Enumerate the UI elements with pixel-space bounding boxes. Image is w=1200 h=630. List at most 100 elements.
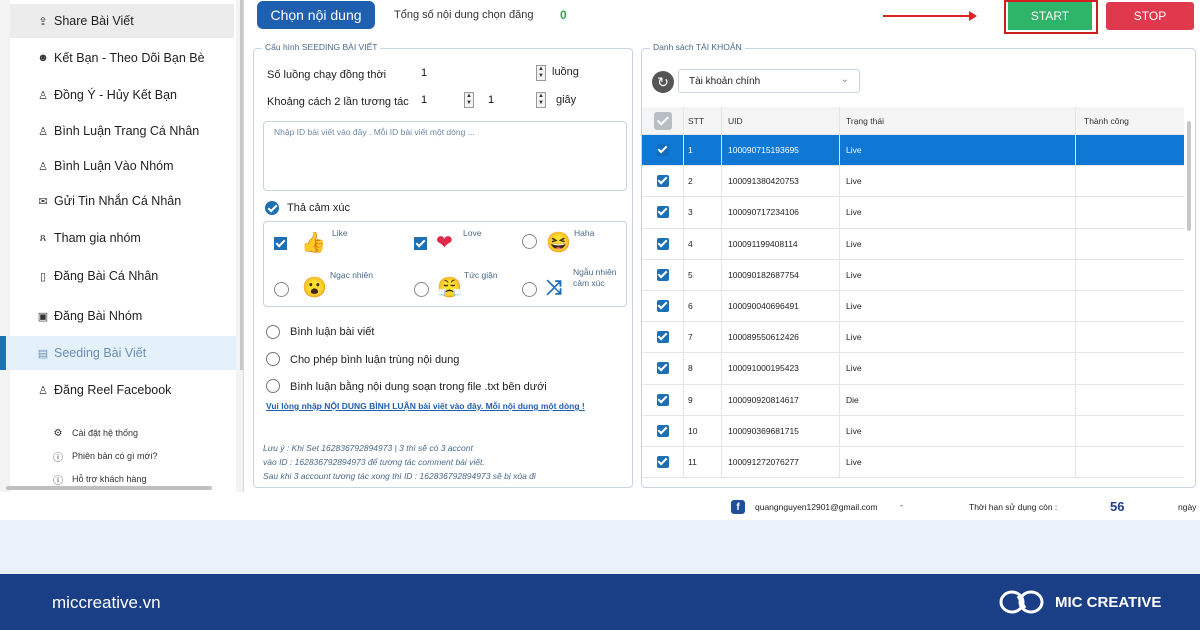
days-remaining-value: 56 — [1110, 499, 1125, 514]
choose-content-button[interactable]: Chọn nội dung — [257, 1, 375, 29]
row-uid: 100090920814617 — [722, 384, 840, 415]
like-checkbox[interactable] — [274, 237, 287, 250]
table-row[interactable]: 7 100089550612426 Live — [642, 322, 1184, 354]
select-all-checkbox[interactable] — [653, 111, 672, 130]
allow-duplicate-label: Cho phép bình luận trùng nội dung — [290, 354, 460, 366]
account-table-scrollbar[interactable] — [1187, 121, 1191, 231]
love-checkbox[interactable] — [414, 237, 427, 250]
sidebar-sub-label: Phiên bản có gì mới? — [72, 451, 158, 461]
comment-checkbox[interactable] — [266, 325, 280, 339]
interval-min-spinner[interactable]: ▲ ▼ — [464, 92, 474, 108]
sidebar-item-post-profile[interactable]: ▯ Đăng Bài Cá Nhân — [10, 259, 234, 293]
user-check-icon: ♙ — [38, 89, 48, 102]
facebook-icon: f — [731, 500, 745, 514]
haha-radio[interactable] — [522, 234, 537, 249]
row-success — [1076, 322, 1184, 352]
interval-min-input[interactable]: 1 — [421, 94, 427, 106]
interval-unit: giây — [556, 94, 577, 106]
sidebar-item-join-group[interactable]: ጸ Tham gia nhóm — [10, 221, 234, 255]
table-row[interactable]: 8 100091000195423 Live — [642, 353, 1184, 385]
interval-max-input[interactable]: 1 — [488, 94, 494, 106]
row-stt: 11 — [684, 446, 722, 478]
row-checkbox[interactable] — [656, 331, 669, 344]
row-success — [1076, 260, 1184, 290]
sidebar-item-accept-friend[interactable]: ♙ Đồng Ý - Hủy Kết Bạn — [10, 78, 234, 112]
total-content-label: Tổng số nội dung chọn đăng — [394, 9, 534, 21]
allow-duplicate-checkbox[interactable] — [266, 352, 280, 366]
row-checkbox[interactable] — [656, 175, 669, 188]
react-label: Thả cảm xúc — [287, 202, 350, 214]
row-status: Live — [840, 290, 1076, 322]
start-button[interactable]: START — [1008, 2, 1092, 30]
react-checkbox[interactable] — [265, 201, 279, 215]
row-checkbox[interactable] — [656, 393, 669, 406]
sidebar-sub-support[interactable]: ⓘ Hỗ trợ khách hàng — [52, 473, 146, 487]
app-window: ⇪ Share Bài Viết ☻ Kết Bạn - Theo Dõi Bạ… — [0, 0, 1200, 520]
sidebar-item-comment-group[interactable]: ♙ Bình Luận Vào Nhóm — [10, 149, 234, 183]
row-checkbox[interactable] — [656, 424, 669, 437]
row-checkbox[interactable] — [656, 362, 669, 375]
sidebar-item-comment-profile[interactable]: ♙ Bình Luận Trang Cá Nhân — [10, 114, 234, 148]
days-remaining-label: Thời hạn sử dụng còn : — [969, 502, 1058, 512]
row-uid: 100090369681715 — [722, 415, 840, 446]
row-status: Live — [840, 228, 1076, 259]
table-row[interactable]: 3 100090717234106 Live — [642, 197, 1184, 229]
footer-url[interactable]: miccreative.vn — [52, 593, 161, 613]
table-row[interactable]: 1 100090715193695 Live — [642, 135, 1184, 167]
table-row[interactable]: 4 100091199408114 Live — [642, 228, 1184, 260]
file-comment-checkbox[interactable] — [266, 379, 280, 393]
comment-content-link[interactable]: Vui lòng nhập NỘI DUNG BÌNH LUẬN bài viế… — [266, 401, 585, 411]
sidebar-vertical-scrollbar[interactable] — [240, 0, 243, 370]
account-type-select[interactable]: Tài khoản chính ⌄ — [678, 69, 860, 93]
table-row[interactable]: 2 100091380420753 Live — [642, 166, 1184, 198]
row-stt: 10 — [684, 415, 722, 446]
row-checkbox[interactable] — [656, 300, 669, 313]
column-header-uid[interactable]: UID — [722, 107, 840, 134]
row-checkbox[interactable] — [656, 144, 669, 157]
table-row[interactable]: 11 100091272076277 Live — [642, 446, 1184, 479]
stop-button[interactable]: STOP — [1106, 2, 1194, 30]
table-row[interactable]: 5 100090182687754 Live — [642, 259, 1184, 291]
post-id-placeholder: Nhập ID bài viết vào đây . Mỗi ID bài vi… — [274, 127, 475, 137]
column-header-stt[interactable]: STT — [684, 107, 722, 134]
sidebar-sub-settings[interactable]: ⚙ Cài đặt hệ thống — [52, 427, 139, 439]
table-row[interactable]: 10 100090369681715 Live — [642, 415, 1184, 447]
sidebar-item-post-group[interactable]: ▣ Đăng Bài Nhóm — [10, 299, 234, 333]
sidebar-item-post-reel[interactable]: ♙ Đăng Reel Facebook — [10, 373, 234, 407]
row-checkbox[interactable] — [656, 268, 669, 281]
row-checkbox[interactable] — [656, 237, 669, 250]
post-id-textarea[interactable]: Nhập ID bài viết vào đây . Mỗi ID bài vi… — [263, 121, 627, 191]
sidebar-item-send-message[interactable]: ✉ Gửi Tin Nhắn Cá Nhân — [10, 184, 234, 218]
interval-max-spinner[interactable]: ▲ ▼ — [536, 92, 546, 108]
column-header-success[interactable]: Thành công — [1076, 107, 1184, 134]
sidebar-horizontal-scrollbar[interactable] — [6, 486, 212, 490]
row-stt: 7 — [684, 322, 722, 353]
table-row[interactable]: 6 100090040696491 Live — [642, 290, 1184, 323]
sidebar-item-label: Đồng Ý - Hủy Kết Bạn — [54, 88, 177, 102]
table-row[interactable]: 9 100090920814617 Die — [642, 384, 1184, 416]
row-stt: 6 — [684, 290, 722, 322]
row-checkbox[interactable] — [656, 206, 669, 219]
column-header-status[interactable]: Trạng thái — [840, 107, 1076, 134]
threads-input[interactable]: 1 — [421, 67, 427, 79]
note-line: Sau khi 3 account tương tác xong thì ID … — [263, 471, 536, 481]
row-checkbox[interactable] — [656, 455, 669, 468]
sidebar-item-seeding-post[interactable]: ▤ Seeding Bài Viết — [0, 336, 236, 370]
random-radio[interactable] — [522, 282, 537, 297]
footer-banner: miccreative.vn MIC CREATIVE — [0, 574, 1200, 630]
sidebar-item-add-friend[interactable]: ☻ Kết Bạn - Theo Dõi Bạn Bè — [10, 41, 234, 75]
row-stt: 4 — [684, 228, 722, 259]
wow-radio[interactable] — [274, 282, 289, 297]
thumbs-up-icon: 👍 — [301, 232, 326, 254]
table-header-row: STT UID Trạng thái Thành công — [642, 107, 1184, 135]
angry-radio[interactable] — [414, 282, 429, 297]
random-label: Ngẫu nhiên cảm xúc — [573, 267, 617, 288]
row-uid: 100091000195423 — [722, 353, 840, 384]
sidebar-item-share-post[interactable]: ⇪ Share Bài Viết — [10, 4, 234, 38]
sidebar-sub-whats-new[interactable]: ⓘ Phiên bản có gì mới? — [52, 450, 158, 464]
sidebar-sub-label: Cài đặt hệ thống — [72, 428, 139, 438]
refresh-icon[interactable]: ↻ — [652, 71, 674, 93]
threads-label: Số luồng chạy đồng thời — [267, 69, 387, 81]
select-all-cell[interactable] — [642, 107, 684, 134]
threads-spinner[interactable]: ▲ ▼ — [536, 65, 546, 81]
